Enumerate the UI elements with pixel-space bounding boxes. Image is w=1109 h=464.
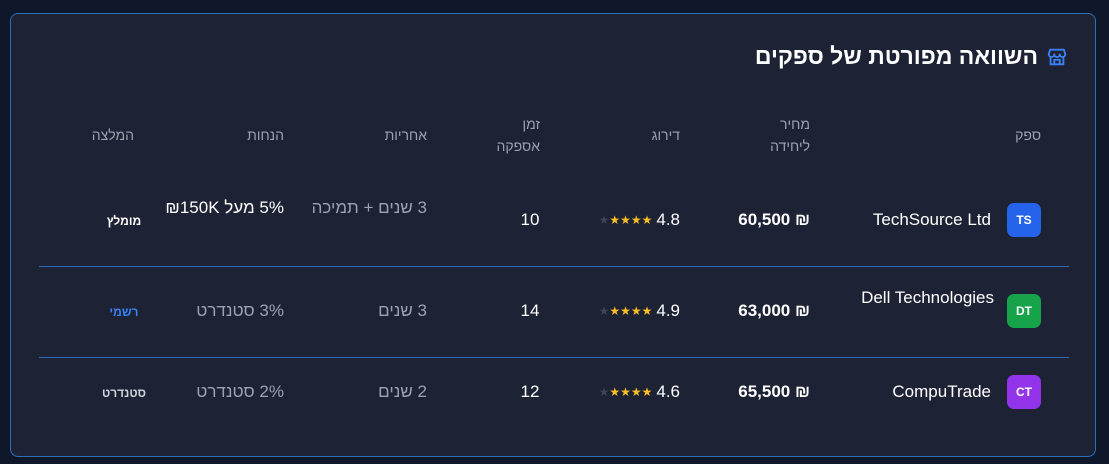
recommendation-badge: רשמי — [109, 305, 139, 319]
supplier-name: CompuTrade — [892, 382, 991, 401]
rating-value: 4.9 — [656, 301, 680, 320]
recommendation-badge: מומלץ — [106, 214, 142, 228]
avatar: TS — [1007, 203, 1041, 237]
discount: 3% סטנדרט — [196, 301, 284, 320]
lead-time: 10 — [520, 210, 540, 229]
discount: 2% סטנדרט — [196, 382, 284, 401]
warranty: 3 שנים — [378, 301, 427, 320]
avatar: CT — [1007, 375, 1041, 409]
comparison-card: השוואה מפורטת של ספקים ספק מחיר ליחידה ד… — [10, 13, 1096, 457]
warranty: 3 שנים + תמיכה — [311, 198, 427, 217]
col-header-rating: דירוג — [651, 127, 680, 143]
star-icon: ★★★★★ — [598, 385, 653, 399]
store-icon — [1046, 46, 1068, 68]
rating-value: 4.6 — [656, 382, 680, 401]
star-icon: ★★★★★ — [598, 213, 653, 227]
col-header-lead-time: זמן אספקה — [496, 116, 540, 154]
recommendation-badge: סטנדרט — [102, 386, 146, 400]
col-header-warranty: אחריות — [384, 127, 427, 143]
supplier-name: Dell Technologies — [861, 288, 994, 307]
avatar: DT — [1007, 294, 1041, 328]
row-divider — [39, 357, 1069, 358]
page-title: השוואה מפורטת של ספקים — [754, 43, 1038, 69]
rating: ★★★★★ 4.8 — [599, 210, 680, 230]
rating: ★★★★★ 4.9 — [599, 301, 680, 321]
col-header-supplier: ספק — [1015, 127, 1041, 143]
unit-price: ₪ 63,000 — [738, 301, 810, 320]
col-header-discounts: הנחות — [247, 127, 284, 143]
rating-value: 4.8 — [656, 210, 680, 229]
lead-time: 14 — [520, 301, 540, 320]
supplier-name: TechSource Ltd — [872, 210, 991, 229]
warranty: 2 שנים — [378, 382, 427, 401]
row-divider — [39, 266, 1069, 267]
col-header-unit-price: מחיר ליחידה — [770, 116, 810, 154]
lead-time: 12 — [520, 382, 540, 401]
rating: ★★★★★ 4.6 — [599, 382, 680, 402]
col-header-recommendation: המלצה — [91, 127, 134, 143]
discount: 5% מעל 150K₪ — [165, 198, 284, 217]
star-icon: ★★★★★ — [598, 304, 653, 318]
unit-price: ₪ 60,500 — [738, 210, 810, 229]
unit-price: ₪ 65,500 — [738, 382, 810, 401]
card-header: השוואה מפורטת של ספקים — [755, 43, 1068, 70]
